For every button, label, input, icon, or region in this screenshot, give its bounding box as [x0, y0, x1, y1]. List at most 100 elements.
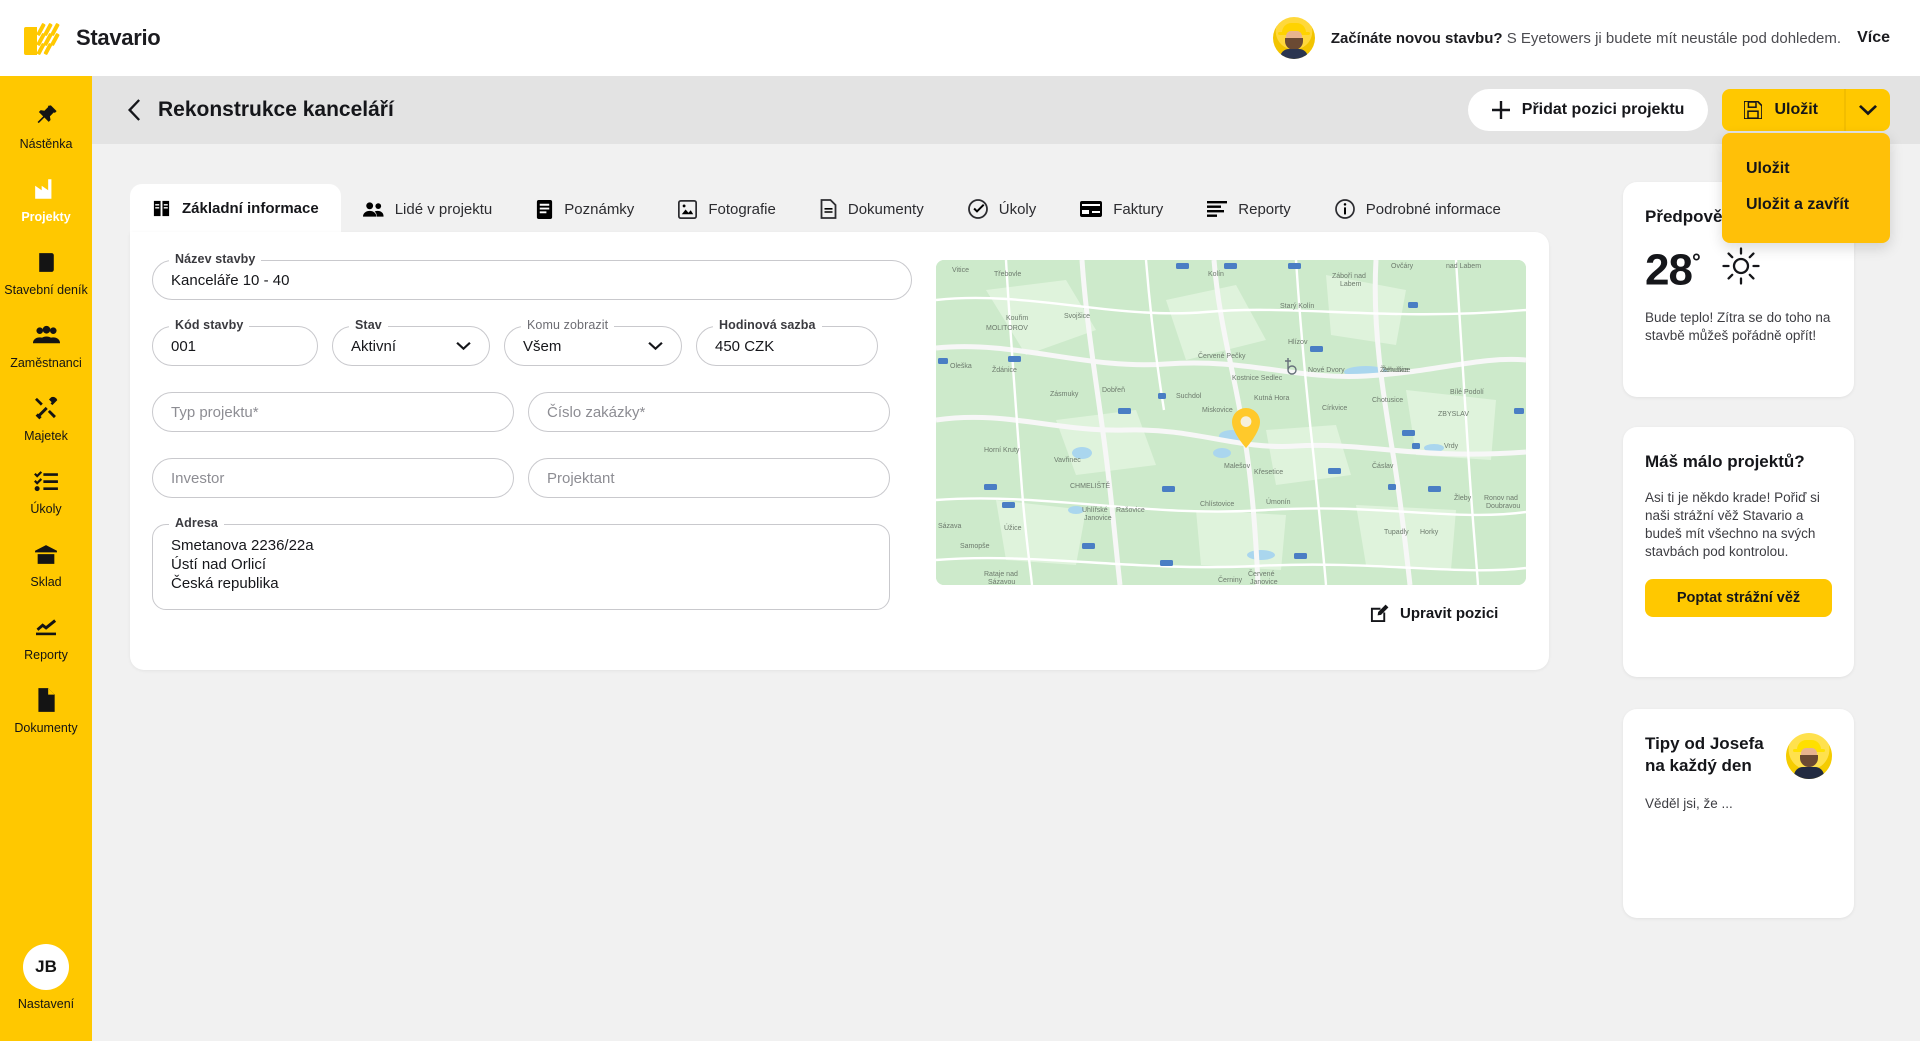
project-state-select[interactable]: Stav Aktivní	[332, 326, 490, 366]
tab-zakladni-informace[interactable]: Základní informace	[130, 184, 341, 232]
tips-card: Tipy od Josefa na každý den Věděl jsi, ž…	[1623, 709, 1854, 918]
tab-label: Poznámky	[564, 201, 634, 218]
photo-icon	[678, 200, 697, 219]
sidebar-item-stavebni-denik[interactable]: Stavební deník	[0, 236, 92, 309]
sidebar-item-reporty[interactable]: Reporty	[0, 601, 92, 674]
project-type-field[interactable]: Typ projektu*	[152, 392, 514, 432]
svg-text:Svojšice: Svojšice	[1064, 313, 1090, 320]
visibility-label: Komu zobrazit	[521, 318, 614, 332]
investor-field[interactable]: Investor	[152, 458, 514, 498]
floppy-disk-icon	[1744, 101, 1762, 119]
visibility-value: Všem	[523, 338, 561, 355]
visibility-select[interactable]: Komu zobrazit Všem	[504, 326, 682, 366]
project-name-field[interactable]: Název stavby Kanceláře 10 - 40	[152, 260, 912, 300]
tab-poznamky[interactable]: Poznámky	[514, 186, 656, 232]
svg-text:Sázavou: Sázavou	[988, 579, 1015, 585]
tab-fotografie[interactable]: Fotografie	[656, 186, 798, 232]
tab-label: Faktury	[1113, 201, 1163, 218]
content-area: Základní informace Lidé v projektu Pozná…	[92, 144, 1920, 1041]
promo-banner: Začínáte novou stavbu? S Eyetowers ji bu…	[1273, 17, 1890, 59]
svg-text:Červené: Červené	[1248, 569, 1275, 578]
project-code-field[interactable]: Kód stavby 001	[152, 326, 318, 366]
project-state-label: Stav	[349, 318, 388, 332]
tab-ukoly[interactable]: Úkoly	[946, 186, 1059, 232]
sidebar-item-majetek[interactable]: Majetek	[0, 382, 92, 455]
warehouse-icon	[4, 539, 88, 569]
plus-icon	[1492, 101, 1510, 119]
designer-field[interactable]: Projektant	[528, 458, 890, 498]
document-icon	[4, 685, 88, 715]
svg-text:Kouřim: Kouřim	[1006, 315, 1028, 322]
project-code-label: Kód stavby	[169, 318, 249, 332]
temperature-value: 28	[1645, 246, 1692, 295]
weather-card-text: Bude teplo! Zítra se do toho na stavbě m…	[1645, 309, 1832, 345]
card-icon	[1080, 201, 1102, 217]
tab-dokumenty[interactable]: Dokumenty	[798, 186, 946, 232]
tab-podrobne-informace[interactable]: Podrobné informace	[1313, 186, 1523, 232]
upsell-card-title: Máš málo projektů?	[1645, 451, 1832, 473]
tab-faktury[interactable]: Faktury	[1058, 186, 1185, 232]
map-pin-icon	[1232, 408, 1260, 448]
promo-more-link[interactable]: Více	[1857, 29, 1890, 47]
header-actions: Přidat pozici projektu Uložit Uložit U	[1468, 89, 1890, 131]
svg-text:Ovčáry: Ovčáry	[1391, 263, 1414, 270]
degree-symbol: °	[1692, 249, 1700, 274]
tab-bar: Základní informace Lidé v projektu Pozná…	[130, 184, 1523, 232]
project-name-value: Kanceláře 10 - 40	[171, 272, 289, 289]
request-guard-tower-button[interactable]: Poptat strážní věž	[1645, 579, 1832, 617]
svg-text:Doubravou: Doubravou	[1486, 503, 1520, 510]
sidebar-item-zamestnanci[interactable]: Zaměstnanci	[0, 309, 92, 382]
svg-text:Janovice: Janovice	[1084, 515, 1112, 522]
project-name-label: Název stavby	[169, 252, 261, 266]
svg-text:Ronov nad: Ronov nad	[1484, 495, 1518, 502]
svg-text:Nové Dvory: Nové Dvory	[1308, 367, 1345, 374]
save-dropdown-toggle[interactable]	[1844, 89, 1890, 131]
people-icon	[363, 201, 384, 218]
edit-position-link[interactable]: Upravit pozici	[1370, 604, 1498, 623]
tab-reporty[interactable]: Reporty	[1185, 186, 1313, 232]
sidebar-item-nastenka[interactable]: Nástěnka	[0, 90, 92, 163]
svg-text:Vitice: Vitice	[952, 267, 969, 274]
address-label: Adresa	[169, 516, 224, 530]
sidebar-item-ukoly[interactable]: Úkoly	[0, 455, 92, 528]
sidebar-item-label: Majetek	[4, 429, 88, 443]
pin-icon	[4, 101, 88, 131]
address-field[interactable]: Adresa Smetanova 2236/22a Ústí nad Orlic…	[152, 524, 890, 610]
svg-text:Chotusice: Chotusice	[1372, 397, 1403, 404]
svg-text:Malešov: Malešov	[1224, 463, 1251, 470]
tab-label: Základní informace	[182, 200, 319, 217]
svg-text:Starý Kolín: Starý Kolín	[1280, 303, 1314, 310]
address-line: Smetanova 2236/22a	[171, 536, 314, 555]
svg-text:Horky: Horky	[1420, 529, 1439, 536]
sidebar-user-settings[interactable]: JB Nastavení	[0, 944, 92, 1011]
sidebar-item-label: Nástěnka	[4, 137, 88, 151]
chart-icon	[4, 612, 88, 642]
sidebar-item-sklad[interactable]: Sklad	[0, 528, 92, 601]
svg-text:Tupadly: Tupadly	[1384, 529, 1409, 536]
tab-label: Podrobné informace	[1366, 201, 1501, 218]
upsell-card-text: Asi ti je někdo krade! Pořiď si naši str…	[1645, 489, 1832, 561]
brand-logo-group[interactable]: Stavario	[24, 21, 160, 55]
svg-text:CHMELIŠTĚ: CHMELIŠTĚ	[1070, 481, 1110, 490]
hourly-rate-field[interactable]: Hodinová sazba 450 CZK	[696, 326, 878, 366]
factory-icon	[4, 174, 88, 204]
order-number-field[interactable]: Číslo zakázky*	[528, 392, 890, 432]
save-button-label: Uložit	[1774, 101, 1818, 119]
save-button[interactable]: Uložit	[1722, 89, 1844, 131]
menu-item-ulozit[interactable]: Uložit	[1722, 151, 1890, 187]
add-project-position-button[interactable]: Přidat pozici projektu	[1468, 89, 1709, 131]
sidebar-item-dokumenty[interactable]: Dokumenty	[0, 674, 92, 747]
tab-label: Lidé v projektu	[395, 201, 493, 218]
tips-card-text: Věděl jsi, že ...	[1645, 795, 1832, 813]
basic-info-panel: Název stavby Kanceláře 10 - 40 Kód stavb…	[130, 232, 1549, 670]
menu-item-ulozit-a-zavrit[interactable]: Uložit a zavřít	[1722, 187, 1890, 223]
location-map[interactable]: ViticeTřebovle KolínStarý Kolín Záboří n…	[936, 260, 1526, 585]
svg-text:Hlízov: Hlízov	[1288, 339, 1308, 346]
back-button[interactable]	[118, 93, 152, 127]
save-dropdown-menu: Uložit Uložit a zavřít	[1722, 133, 1890, 243]
promo-banner-rest: S Eyetowers ji budete mít neustále pod d…	[1503, 30, 1842, 47]
sidebar-item-projekty[interactable]: Projekty	[0, 163, 92, 236]
svg-text:Sázava: Sázava	[938, 523, 961, 530]
svg-text:MOLITOROV: MOLITOROV	[986, 325, 1028, 332]
tab-lide-v-projektu[interactable]: Lidé v projektu	[341, 186, 515, 232]
